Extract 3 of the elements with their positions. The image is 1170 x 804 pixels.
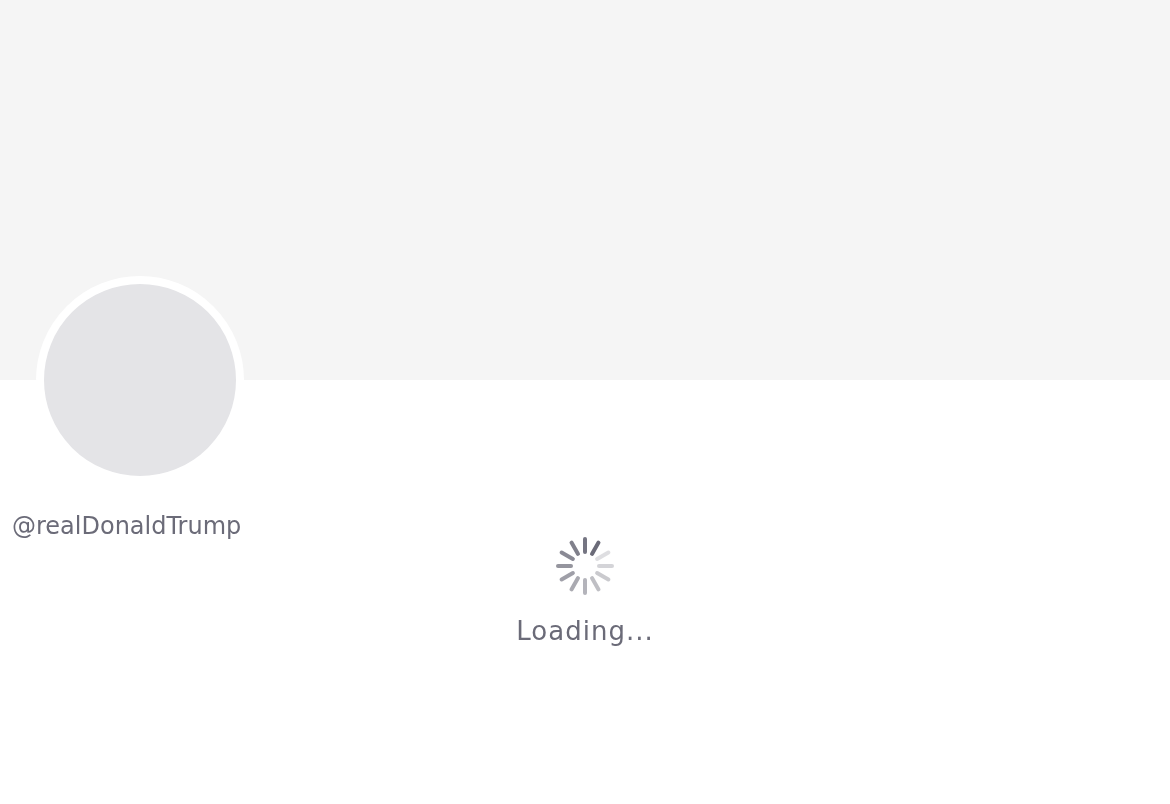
loading-text: Loading... [516, 615, 654, 648]
spinner-icon [555, 536, 615, 596]
profile-handle: @realDonaldTrump [12, 511, 242, 542]
